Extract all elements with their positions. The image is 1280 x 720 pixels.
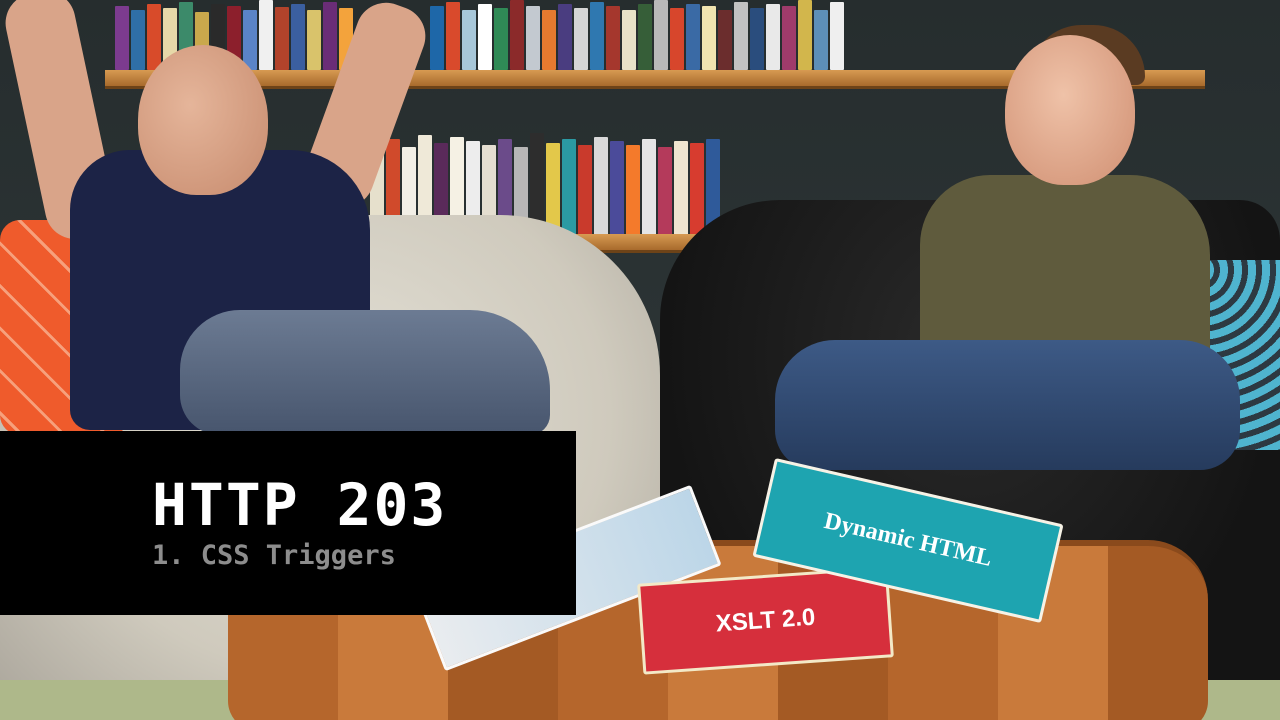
book-xslt: XSLT 2.0 (637, 566, 894, 675)
right-person-head (1005, 35, 1135, 185)
right-person-jeans (775, 340, 1240, 470)
lower-third-banner: HTTP 203 1. CSS Triggers (0, 431, 576, 615)
show-title: HTTP 203 (152, 471, 448, 539)
book-dynamic-html-label: Dynamic HTML (821, 508, 995, 572)
book-xslt-label: XSLT 2.0 (714, 603, 817, 637)
video-frame: XSLT 2.0 Dynamic HTML HTTP 203 1. CSS Tr… (0, 0, 1280, 720)
left-person-head (138, 45, 268, 195)
bookshelf-top-books-right (430, 0, 844, 70)
left-person-jeans (180, 310, 550, 435)
episode-subtitle: 1. CSS Triggers (152, 540, 396, 571)
